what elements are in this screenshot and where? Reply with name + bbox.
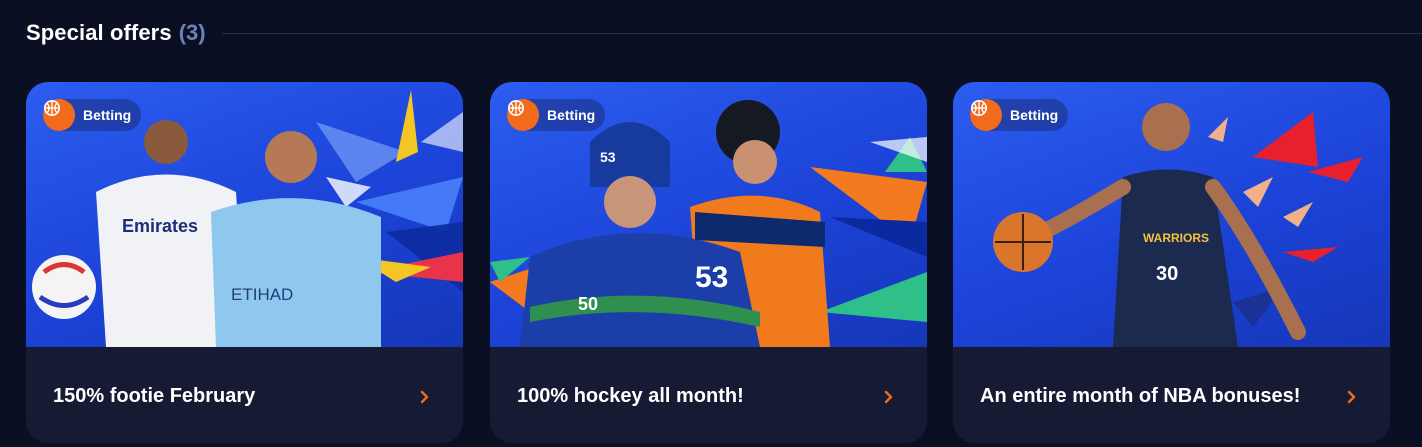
offer-card-footer: 150% footie February [26, 347, 463, 443]
svg-text:WARRIORS: WARRIORS [1143, 231, 1209, 245]
offer-title: 150% footie February [53, 385, 256, 407]
basketball-icon [43, 99, 75, 131]
svg-text:53: 53 [600, 149, 616, 165]
svg-text:Emirates: Emirates [122, 216, 198, 236]
svg-text:30: 30 [1156, 263, 1178, 285]
section-title: Special offers [26, 20, 172, 45]
offer-card-basketball[interactable]: WARRIORS 30 Betting An entire month of N… [953, 82, 1390, 443]
offer-title: An entire month of NBA bonuses! [980, 385, 1301, 407]
offer-card-football[interactable]: Emirates ETIHAD Betting 150% footie Febr… [26, 82, 463, 443]
badge-label: Betting [83, 107, 132, 123]
svg-text:53: 53 [695, 261, 728, 294]
badge-label: Betting [547, 107, 596, 123]
header-divider [221, 32, 1422, 34]
badge-label: Betting [1010, 107, 1059, 123]
offer-category-badge: Betting [43, 99, 142, 131]
hockey-players-banner: 53 53 50 Betting [490, 82, 927, 347]
basketball-icon [970, 99, 1002, 131]
offer-card-hockey[interactable]: 53 53 50 Betting 100% hockey all month! [490, 82, 927, 443]
offer-title: 100% hockey all month! [517, 385, 744, 407]
basketball-icon [507, 99, 539, 131]
basketball-player-banner: WARRIORS 30 Betting [953, 82, 1390, 347]
section-header: Special offers (3) [26, 18, 1422, 48]
football-players-banner: Emirates ETIHAD Betting [26, 82, 463, 347]
offer-card-footer: An entire month of NBA bonuses! [953, 347, 1390, 443]
chevron-right-icon[interactable] [882, 387, 896, 407]
chevron-right-icon[interactable] [1345, 387, 1359, 407]
chevron-right-icon[interactable] [418, 387, 432, 407]
offer-category-badge: Betting [970, 99, 1069, 131]
offer-card-footer: 100% hockey all month! [490, 347, 927, 443]
svg-text:ETIHAD: ETIHAD [231, 285, 293, 304]
offer-category-badge: Betting [507, 99, 606, 131]
offer-count: (3) [178, 20, 206, 45]
svg-text:50: 50 [578, 294, 598, 314]
